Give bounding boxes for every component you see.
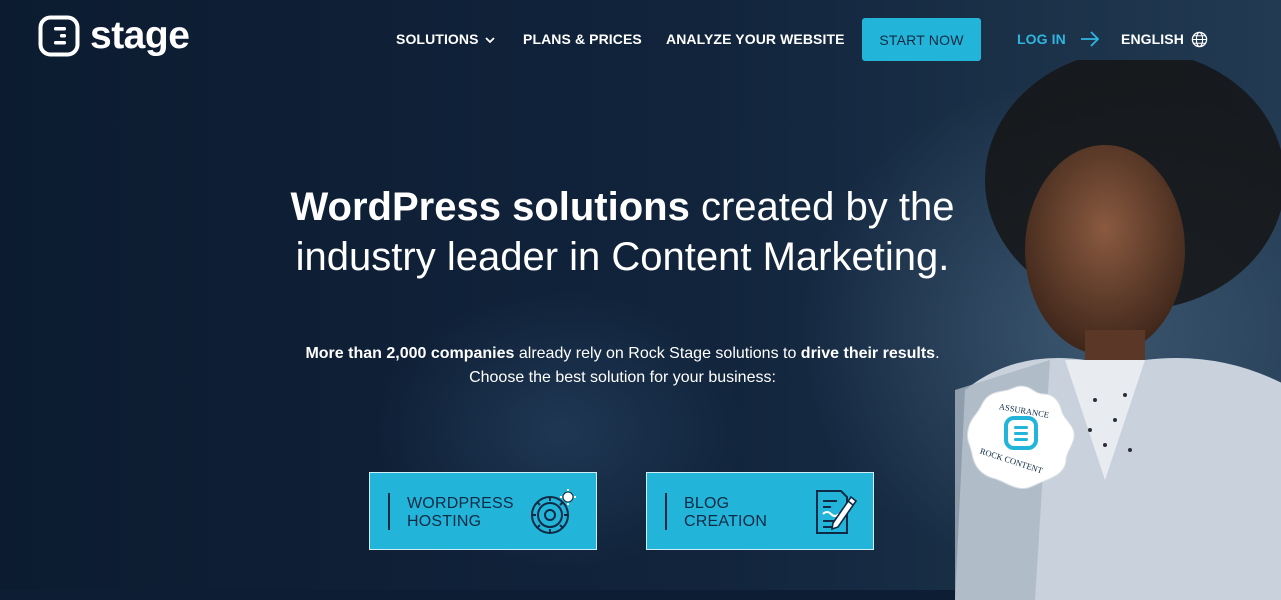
card-label-line-2: CREATION xyxy=(684,513,768,530)
card-label-line-2: HOSTING xyxy=(407,513,482,530)
sub-text-1: already rely on Rock Stage solutions to xyxy=(514,345,801,362)
wordpress-hosting-card[interactable]: WORDPRESS HOSTING xyxy=(369,472,597,550)
hero-headline: WordPress solutions created by the indus… xyxy=(200,182,1045,282)
arrow-right-icon[interactable] xyxy=(1080,30,1100,48)
hero-subtitle: More than 2,000 companies already rely o… xyxy=(200,342,1045,390)
language-selector[interactable]: ENGLISH xyxy=(1121,31,1184,47)
headline-line-2: industry leader in Content Marketing. xyxy=(295,235,950,279)
gear-hosting-icon xyxy=(531,489,576,534)
hero-photo xyxy=(955,60,1281,600)
nav-solutions[interactable]: SOLUTIONS xyxy=(396,31,479,47)
headline-bold: WordPress solutions xyxy=(290,185,690,229)
blog-creation-card[interactable]: BLOG CREATION xyxy=(646,472,874,550)
nav-plans-prices[interactable]: PLANS & PRICES xyxy=(523,31,642,47)
start-now-label: START NOW xyxy=(879,31,964,48)
sub-line-2: Choose the best solution for your busine… xyxy=(469,369,776,386)
chevron-down-icon[interactable] xyxy=(484,34,496,46)
card-label: WORDPRESS HOSTING xyxy=(407,495,514,531)
top-navigation: SOLUTIONS PLANS & PRICES ANALYZE YOUR WE… xyxy=(0,0,1281,80)
sub-bold-2: drive their results xyxy=(800,345,936,362)
card-label-line-1: WORDPRESS xyxy=(407,495,514,512)
headline-rest: created by the xyxy=(689,185,955,229)
login-link[interactable]: LOG IN xyxy=(1017,31,1066,47)
sub-bold-1: More than 2,000 companies xyxy=(305,345,515,362)
sub-text-2: . xyxy=(935,345,940,362)
start-now-button[interactable]: START NOW xyxy=(862,18,981,61)
card-divider xyxy=(665,493,667,530)
card-label-line-1: BLOG xyxy=(684,495,730,512)
card-divider xyxy=(388,493,390,530)
assurance-seal: ASSURANCE ROCK CONTENT xyxy=(967,385,1075,489)
globe-icon[interactable] xyxy=(1191,31,1208,48)
nav-analyze-website[interactable]: ANALYZE YOUR WEBSITE xyxy=(666,31,845,47)
card-label: BLOG CREATION xyxy=(684,495,767,531)
document-pencil-icon xyxy=(816,490,858,534)
